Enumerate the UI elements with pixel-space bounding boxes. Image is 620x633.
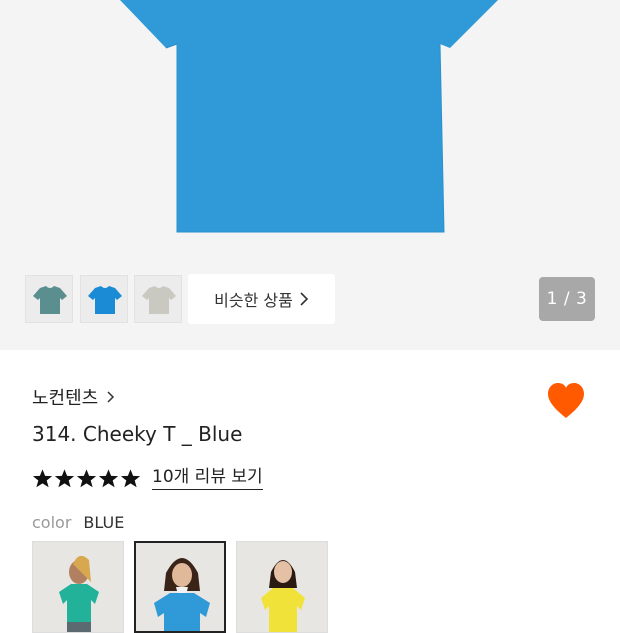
- color-value: BLUE: [83, 512, 125, 532]
- brand-name: 노컨텐츠: [32, 388, 99, 409]
- star-icon: [54, 468, 75, 487]
- color-option-yellow[interactable]: [236, 541, 328, 633]
- color-label: color: [32, 512, 72, 532]
- thumbnail-blue[interactable]: [80, 275, 128, 323]
- star-icon: [32, 468, 53, 487]
- review-link[interactable]: 10개 리뷰 보기: [152, 467, 263, 490]
- similar-products-button[interactable]: 비슷한 상품: [188, 274, 335, 324]
- product-title: 314. Cheeky T _ Blue: [32, 422, 243, 446]
- thumbnail-grey[interactable]: [134, 275, 182, 323]
- product-image-gallery[interactable]: 비슷한 상품 1 / 3: [0, 0, 620, 350]
- chevron-right-icon: [107, 391, 115, 403]
- image-pager: 1 / 3: [539, 277, 595, 321]
- star-icon: [120, 468, 141, 487]
- star-icon: [76, 468, 97, 487]
- star-icon: [98, 468, 119, 487]
- chevron-right-icon: [300, 292, 308, 306]
- similar-products-label: 비슷한 상품: [214, 291, 293, 310]
- color-row: color BLUE: [32, 511, 124, 533]
- color-option-green[interactable]: [32, 541, 124, 633]
- rating-row: 10개 리뷰 보기: [32, 464, 263, 492]
- wishlist-heart-icon[interactable]: [545, 381, 587, 421]
- thumbnail-teal[interactable]: [25, 275, 73, 323]
- color-option-blue[interactable]: [134, 541, 226, 633]
- rating-stars: [32, 468, 141, 489]
- brand-link[interactable]: 노컨텐츠: [32, 383, 115, 411]
